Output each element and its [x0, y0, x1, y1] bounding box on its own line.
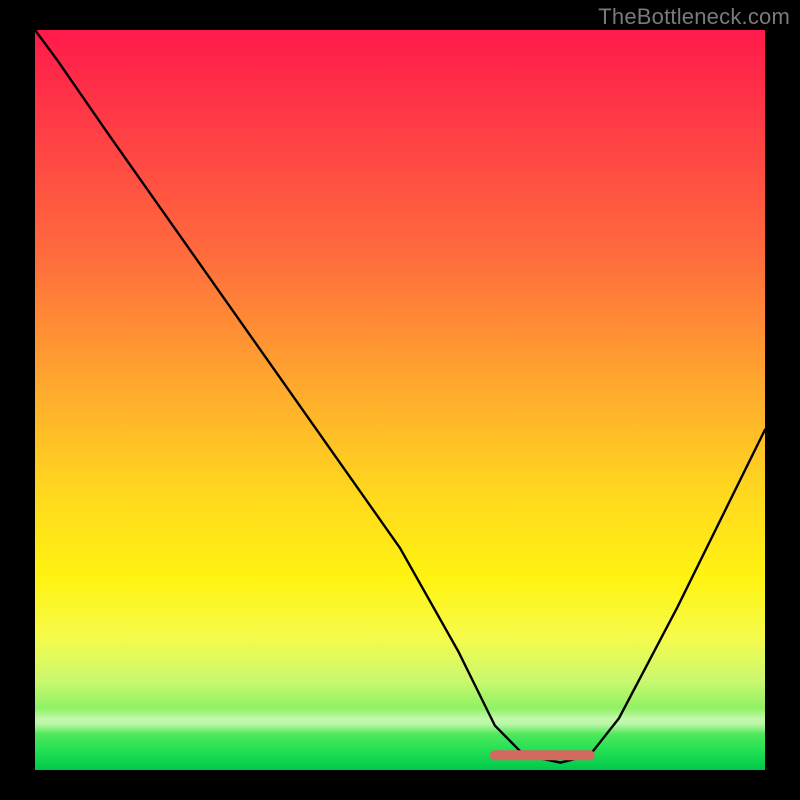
highlight-band	[35, 708, 765, 734]
bottleneck-curve	[35, 30, 765, 763]
curve-layer	[35, 30, 765, 770]
watermark-text: TheBottleneck.com	[598, 4, 790, 30]
chart-plot-area	[35, 30, 765, 770]
chart-frame: TheBottleneck.com	[0, 0, 800, 800]
